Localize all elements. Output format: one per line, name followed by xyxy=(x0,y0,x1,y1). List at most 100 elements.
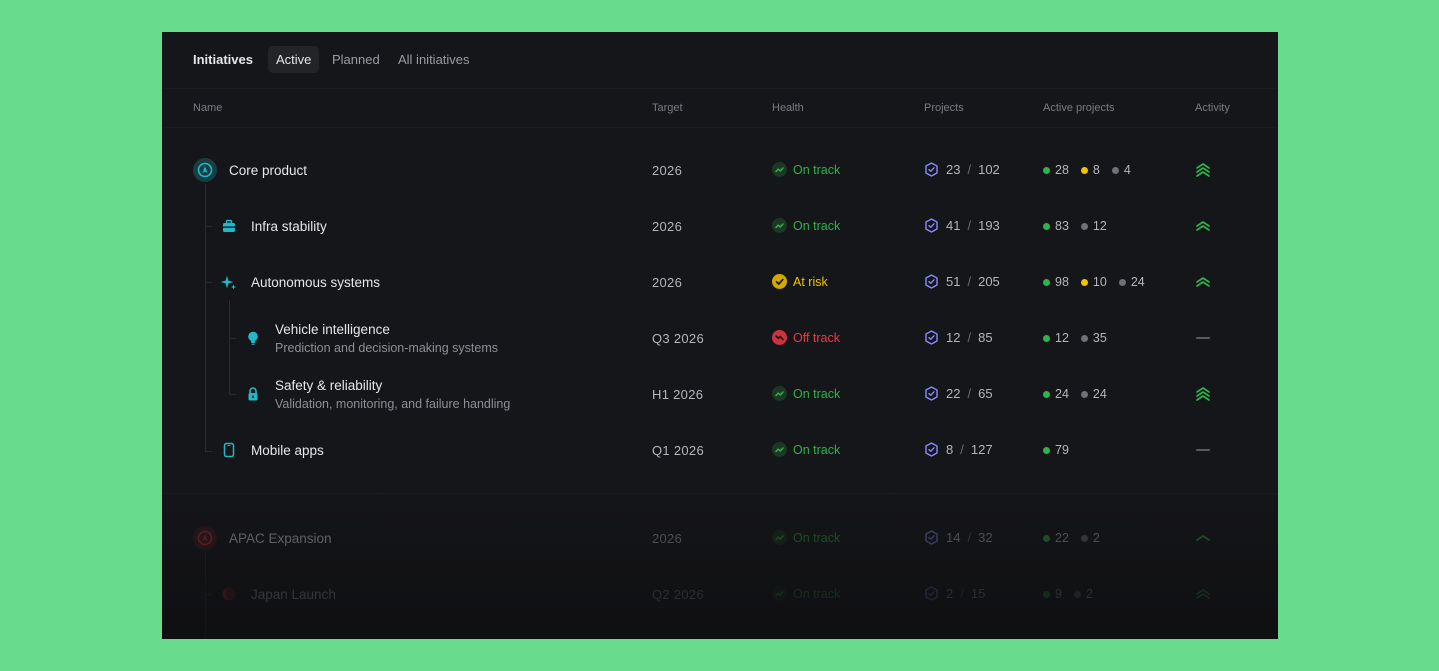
health-label: On track xyxy=(793,530,841,545)
rocket-icon xyxy=(193,158,217,182)
project-count[interactable]: 23 / 102 xyxy=(924,162,1000,177)
active-projects: 79 xyxy=(1043,443,1076,457)
project-count[interactable]: 2 / 15 xyxy=(924,586,985,601)
health-off_track-icon xyxy=(772,330,787,345)
column-header: Name Target Health Projects Active proje… xyxy=(162,89,1278,128)
project-hexagon-icon xyxy=(924,530,939,545)
project-count[interactable]: 22 / 65 xyxy=(924,386,993,401)
active-projects: 12 35 xyxy=(1043,331,1114,345)
projects-total: 127 xyxy=(970,442,993,457)
status-dot-grey xyxy=(1080,390,1088,398)
health-status[interactable]: On track xyxy=(772,442,840,457)
status-dot-at_risk xyxy=(1080,166,1088,174)
status-dot-at_risk xyxy=(1080,278,1088,286)
target-date: 2026 xyxy=(652,531,683,546)
active-projects: 22 2 xyxy=(1043,531,1107,545)
target-date: 2026 xyxy=(652,163,683,178)
active-count: 10 xyxy=(1092,275,1107,289)
column-projects[interactable]: Projects xyxy=(924,102,964,114)
target-date: 2026 xyxy=(652,275,683,290)
initiative-name[interactable]: Vehicle intelligence xyxy=(275,322,390,337)
initiative-name[interactable]: Mobile apps xyxy=(251,443,324,458)
status-dot-grey xyxy=(1118,278,1126,286)
initiative-name[interactable]: Infra stability xyxy=(251,219,327,234)
project-count[interactable]: 8 / 127 xyxy=(924,442,993,457)
activity-none-icon xyxy=(1195,442,1211,458)
initiative-row[interactable]: Japan Launch Q2 2026 On track 2 / 15 92 xyxy=(162,566,1278,622)
project-count[interactable]: 51 / 205 xyxy=(924,274,1000,289)
column-activity[interactable]: Activity xyxy=(1195,102,1230,114)
health-status[interactable]: Off track xyxy=(772,330,840,345)
target-date: Q2 2026 xyxy=(652,587,704,602)
project-count[interactable]: 41 / 193 xyxy=(924,218,1000,233)
projects-total: 193 xyxy=(978,218,1000,233)
initiative-row[interactable]: Autonomous systems 2026 At risk 51 / 205… xyxy=(162,254,1278,310)
projects-done: 2 xyxy=(946,586,954,601)
projects-total: 102 xyxy=(978,162,1000,177)
projects-total: 85 xyxy=(978,330,993,345)
initiative-row[interactable]: Vehicle intelligence Prediction and deci… xyxy=(162,310,1278,366)
active-count: 8 xyxy=(1092,163,1100,177)
project-hexagon-icon xyxy=(924,274,939,289)
projects-total: 15 xyxy=(970,586,986,601)
lightbulb-icon xyxy=(245,330,261,346)
status-dot-on_track xyxy=(1043,590,1050,598)
tab-all-initiatives[interactable]: All initiatives xyxy=(390,46,478,73)
active-projects: 24 24 xyxy=(1043,387,1114,401)
active-count: 79 xyxy=(1055,443,1069,457)
column-active-projects[interactable]: Active projects xyxy=(1043,102,1115,114)
initiative-description: Validation, monitoring, and failure hand… xyxy=(275,397,511,411)
project-hexagon-icon xyxy=(924,586,939,601)
tab-planned[interactable]: Planned xyxy=(324,46,388,73)
lock-icon xyxy=(245,386,261,402)
health-status[interactable]: On track xyxy=(772,586,840,601)
active-projects: 83 12 xyxy=(1043,219,1114,233)
project-count[interactable]: 14 / 32 xyxy=(924,530,993,545)
initiative-name[interactable]: Japan Launch xyxy=(251,587,336,602)
project-count[interactable]: 12 / 85 xyxy=(924,330,993,345)
active-count: 9 xyxy=(1055,587,1062,601)
active-count: 24 xyxy=(1130,275,1145,289)
status-dot-on_track xyxy=(1043,222,1050,230)
initiative-name[interactable]: Autonomous systems xyxy=(251,275,380,290)
health-label: At risk xyxy=(793,274,828,289)
health-status[interactable]: On track xyxy=(772,530,840,545)
initiative-row[interactable]: Core product 2026 On track 23 / 102 28 8 4 xyxy=(162,142,1278,198)
projects-total: 32 xyxy=(978,530,993,545)
active-count: 28 xyxy=(1055,163,1069,177)
health-label: On track xyxy=(793,386,841,401)
target-date: Q1 2026 xyxy=(652,443,704,458)
activity-medium-icon xyxy=(1195,586,1211,602)
initiative-name[interactable]: Core product xyxy=(229,163,307,178)
projects-separator: / xyxy=(967,162,972,177)
initiative-name[interactable]: APAC Expansion xyxy=(229,531,332,546)
initiative-row[interactable]: APAC Expansion 2026 On track 14 / 32 22 2 xyxy=(162,510,1278,566)
health-on_track-icon xyxy=(772,530,787,545)
health-status[interactable]: On track xyxy=(772,218,840,233)
activity-high-icon xyxy=(1195,386,1211,402)
initiative-row[interactable]: Infra stability 2026 On track 41 / 193 8… xyxy=(162,198,1278,254)
health-status[interactable]: On track xyxy=(772,162,840,177)
tab-active[interactable]: Active xyxy=(268,46,320,73)
active-count: 4 xyxy=(1123,163,1131,177)
status-dot-grey xyxy=(1111,166,1119,174)
health-label: Off track xyxy=(793,330,841,345)
column-target[interactable]: Target xyxy=(652,102,683,114)
active-projects: 98 10 24 xyxy=(1043,275,1152,289)
initiative-row[interactable]: Safety & reliability Validation, monitor… xyxy=(162,366,1278,422)
active-projects: 92 xyxy=(1043,587,1100,601)
initiative-name[interactable]: Safety & reliability xyxy=(275,378,382,393)
status-dot-grey xyxy=(1080,222,1088,230)
toolbox-icon xyxy=(221,218,237,234)
active-count: 22 xyxy=(1055,531,1069,545)
group-divider xyxy=(162,493,1278,494)
phone-icon xyxy=(221,442,237,458)
initiative-row[interactable]: Mobile apps Q1 2026 On track 8 / 127 79 xyxy=(162,422,1278,478)
active-count: 24 xyxy=(1055,387,1069,401)
column-health[interactable]: Health xyxy=(772,102,804,114)
active-count: 35 xyxy=(1092,331,1107,345)
health-status[interactable]: On track xyxy=(772,386,840,401)
health-status[interactable]: At risk xyxy=(772,274,828,289)
column-name[interactable]: Name xyxy=(193,102,222,114)
projects-done: 14 xyxy=(946,530,961,545)
